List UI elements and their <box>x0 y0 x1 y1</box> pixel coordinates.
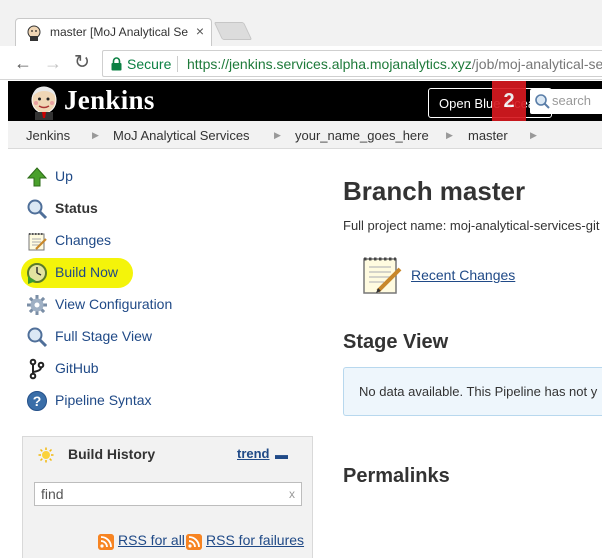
task-label: Up <box>55 168 73 184</box>
github-branch-icon <box>29 358 45 380</box>
magnifier-icon <box>27 199 48 220</box>
rss-all-link[interactable]: RSS for all <box>118 532 185 548</box>
omnibox-divider <box>177 56 178 72</box>
rss-failures-link[interactable]: RSS for failures <box>206 532 304 548</box>
reload-icon[interactable]: ↻ <box>74 53 90 73</box>
url-input[interactable]: Secure https://jenkins.services.alpha.mo… <box>102 50 602 77</box>
permalinks-heading: Permalinks <box>343 465 450 487</box>
page-title: Branch master <box>343 176 526 206</box>
task-label: Pipeline Syntax <box>55 392 152 408</box>
help-icon: ? <box>27 391 47 411</box>
forward-arrow-icon[interactable]: → <box>44 53 62 73</box>
breadcrumb-arrow-icon[interactable]: ▶ <box>274 130 281 141</box>
breadcrumb-arrow-icon[interactable]: ▶ <box>92 130 99 141</box>
jenkins-favicon-icon <box>27 25 41 41</box>
full-project-name: Full project name: moj-analytical-servic… <box>343 218 600 233</box>
breadcrumb-item[interactable]: MoJ Analytical Services <box>113 128 250 143</box>
recent-changes-link[interactable]: Recent Changes <box>411 267 515 283</box>
stage-view-empty-notice: No data available. This Pipeline has not… <box>343 367 602 416</box>
task-label: GitHub <box>55 360 99 376</box>
task-label: Changes <box>55 232 112 248</box>
jenkins-butler-logo-icon[interactable] <box>26 84 62 120</box>
search-icon <box>535 94 550 109</box>
trend-link[interactable]: trend <box>237 446 270 461</box>
jenkins-logo-text[interactable]: Jenkins <box>64 85 155 116</box>
search-placeholder: search <box>552 93 592 108</box>
build-history-panel: Build History trend ▬ find x RSS for all… <box>22 436 313 558</box>
no-data-text: No data available. This Pipeline has not… <box>359 384 598 399</box>
trend-collapse-icon[interactable]: ▬ <box>275 447 288 462</box>
build-clock-icon <box>27 263 47 284</box>
up-arrow-icon <box>26 167 48 187</box>
build-history-title: Build History <box>68 446 156 462</box>
back-arrow-icon[interactable]: ← <box>14 53 32 73</box>
find-input[interactable]: find x <box>34 482 302 506</box>
breadcrumb: Jenkins ▶ MoJ Analytical Services ▶ your… <box>8 121 602 149</box>
secure-label: Secure <box>127 56 172 72</box>
svg-text:?: ? <box>33 393 42 409</box>
tab-title: master [MoJ Analytical Se <box>50 25 188 39</box>
lock-icon <box>111 57 122 71</box>
address-bar: ← → ↻ Secure https://jenkins.services.al… <box>0 46 602 80</box>
url-text: https://jenkins.services.alpha.mojanalyt… <box>187 56 602 72</box>
magnifier-icon <box>27 327 48 348</box>
notepad-icon[interactable] <box>360 253 404 297</box>
task-label: Build Now <box>55 264 119 280</box>
search-input[interactable]: search <box>530 89 602 114</box>
task-label: Full Stage View <box>55 328 153 344</box>
breadcrumb-item[interactable]: Jenkins <box>26 128 70 143</box>
breadcrumb-item[interactable]: your_name_goes_here <box>295 128 429 143</box>
breadcrumb-item[interactable]: master <box>468 128 508 143</box>
notification-badge[interactable]: 2 <box>492 81 526 121</box>
breadcrumb-arrow-icon[interactable]: ▶ <box>530 130 537 141</box>
rss-icon <box>98 534 114 550</box>
browser-tab[interactable]: master [MoJ Analytical Se × <box>15 18 212 47</box>
find-input-text: find <box>41 486 64 502</box>
url-path: /job/moj-analytical-ser <box>471 56 602 72</box>
breadcrumb-arrow-icon[interactable]: ▶ <box>446 130 453 141</box>
clear-find-icon[interactable]: x <box>289 487 295 501</box>
notepad-icon <box>28 233 47 251</box>
browser-tabstrip: master [MoJ Analytical Se × <box>0 0 602 47</box>
stage-view-heading: Stage View <box>343 331 449 353</box>
sun-weather-icon <box>38 447 54 463</box>
tab-close-icon[interactable]: × <box>196 23 204 39</box>
gear-icon <box>27 295 47 315</box>
url-host: https://jenkins.services.alpha.mojanalyt… <box>187 56 472 72</box>
new-tab-button[interactable] <box>213 22 253 40</box>
task-label: Status <box>55 200 98 216</box>
rss-icon <box>186 534 202 550</box>
task-label: View Configuration <box>55 296 173 312</box>
jenkins-header: Jenkins Open Blue Ocean 2 search <box>8 81 602 121</box>
